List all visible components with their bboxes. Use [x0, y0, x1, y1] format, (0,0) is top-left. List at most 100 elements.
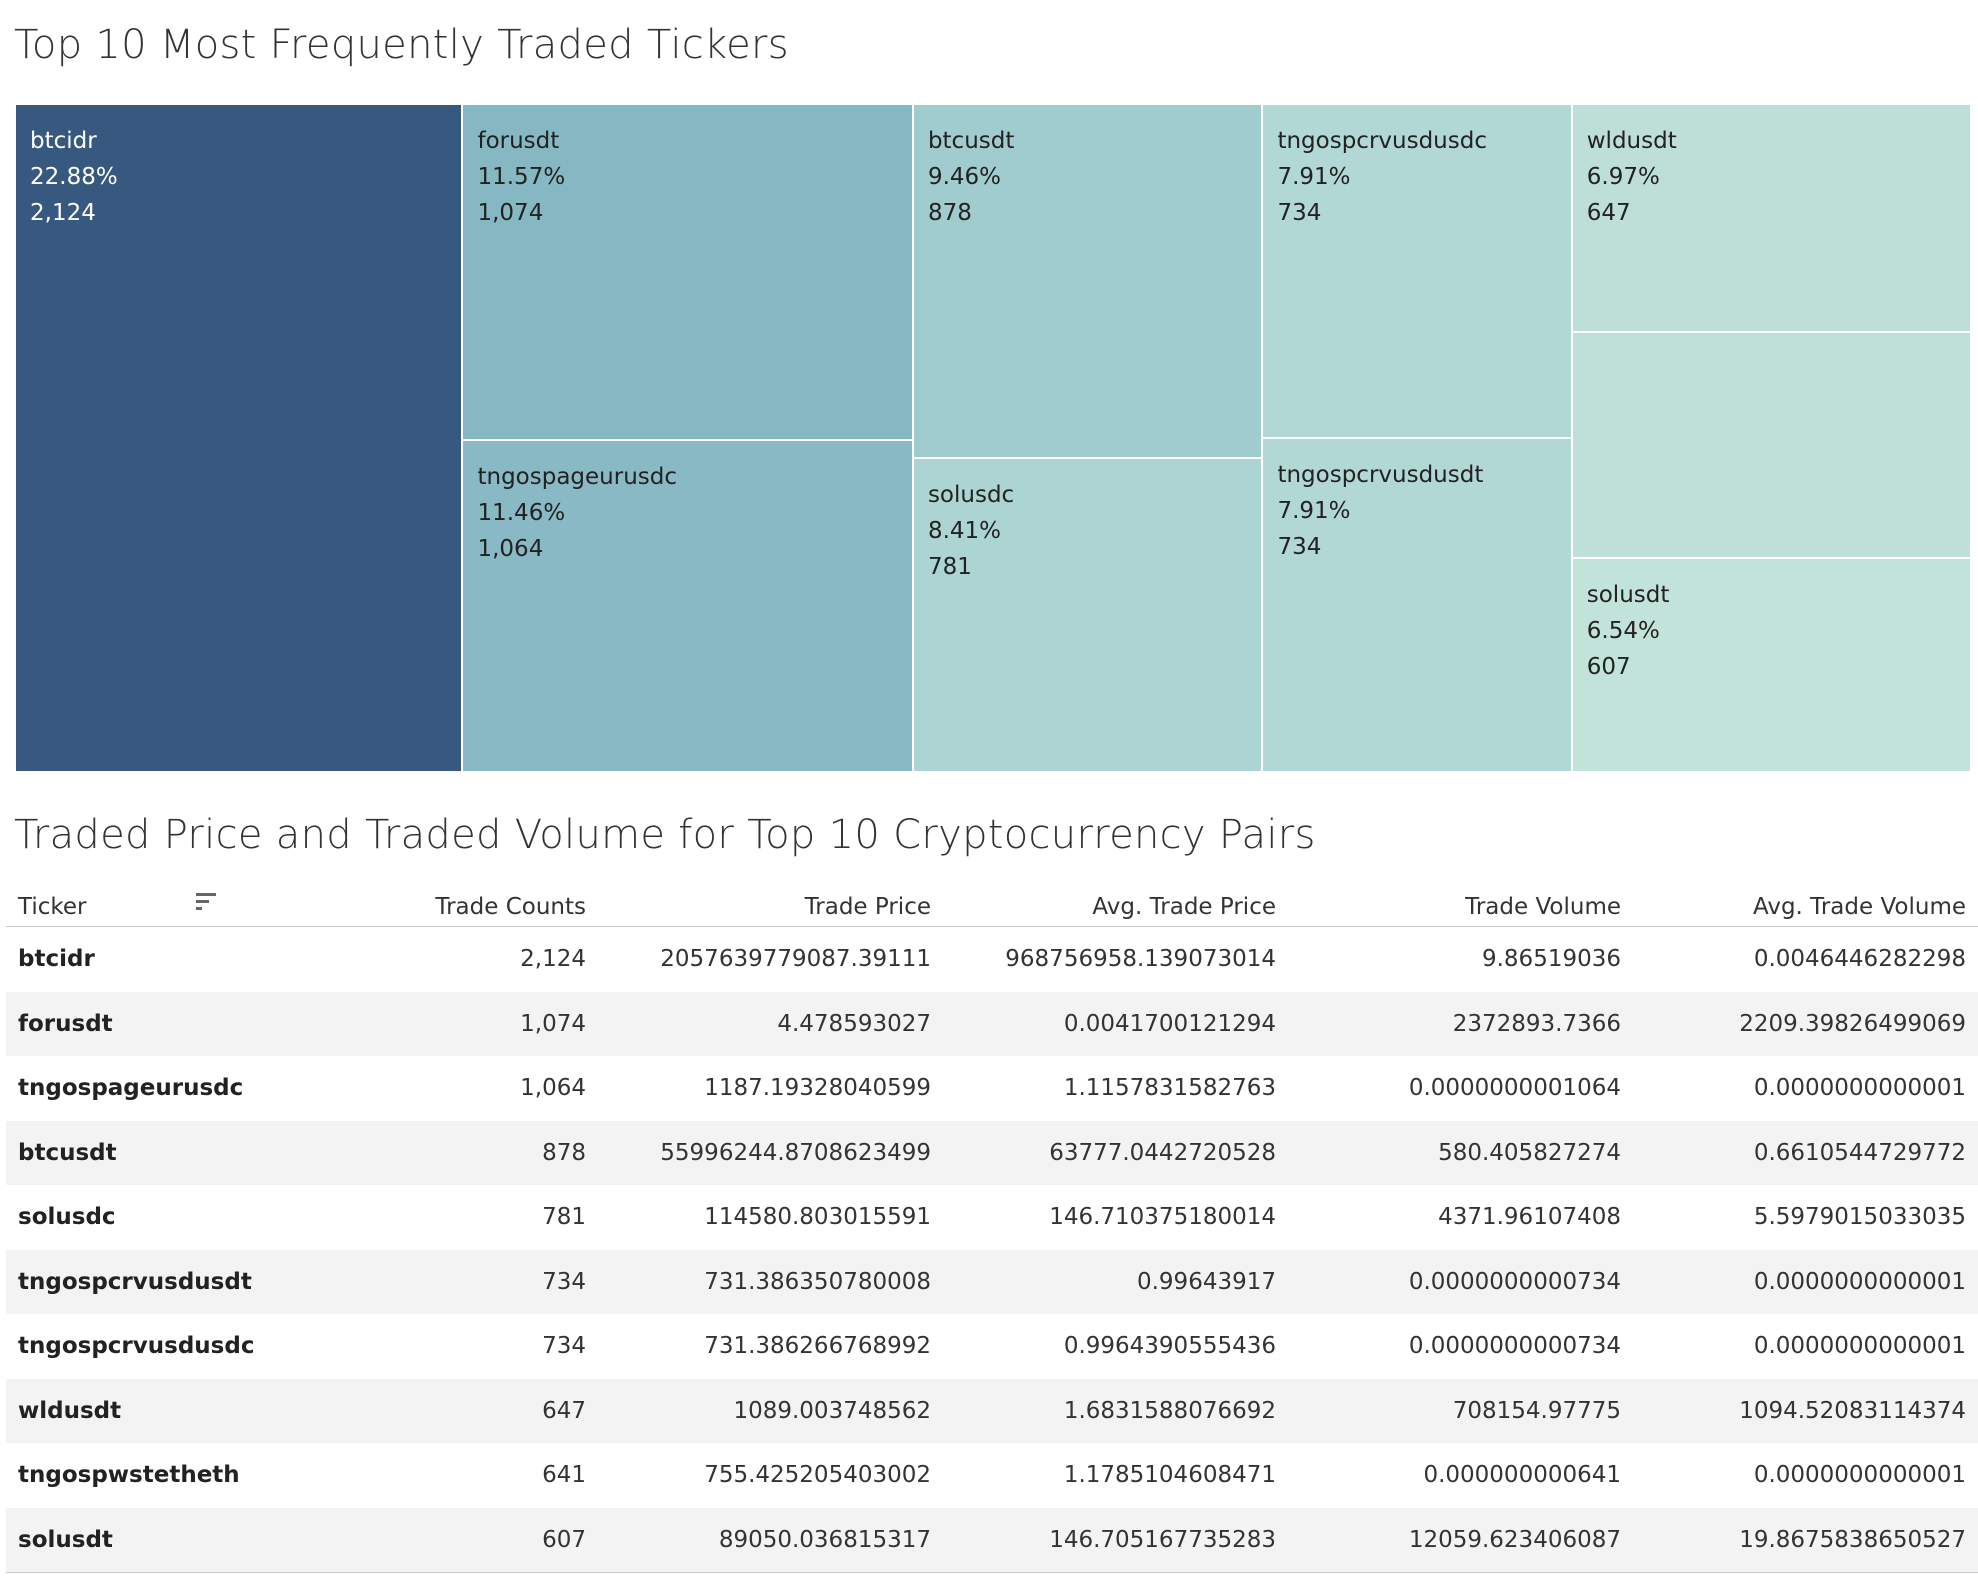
cell-trade-counts: 647: [542, 1397, 586, 1424]
cell-ticker: forusdt: [18, 1010, 113, 1037]
cell-avg-trade-price: 0.9964390555436: [1063, 1333, 1276, 1360]
table-row[interactable]: tngospcrvusdusdc 734 731.386266768992 0.996…: [6, 1314, 1978, 1379]
cell-ticker: solusdt: [18, 1526, 113, 1553]
cell-avg-trade-price: 1.1157831582763: [1063, 1075, 1276, 1102]
cell-avg-trade-volume: 0.0000000000001: [1753, 1462, 1966, 1489]
cell-avg-trade-price: 63777.0442720528: [1049, 1139, 1276, 1166]
data-table: Ticker Trade Counts Trade Price Avg. Tra…: [6, 880, 1978, 1572]
cell-avg-trade-volume: 19.8675838650527: [1739, 1526, 1966, 1553]
cell-avg-trade-volume: 1094.52083114374: [1739, 1397, 1966, 1424]
table-row[interactable]: tngospageurusdc 1,064 1187.19328040599 1.11…: [6, 1056, 1978, 1121]
table-body: btcidr 2,124 2057639779087.39111 968756958.…: [6, 927, 1978, 1572]
treemap-tile-label: btcidr 22.88% 2,124: [30, 123, 118, 231]
column-header-trade-price[interactable]: Trade Price: [805, 880, 931, 926]
treemap-title: Top 10 Most Frequently Traded Tickers: [14, 22, 789, 68]
cell-trade-volume: 0.000000000641: [1423, 1462, 1621, 1489]
cell-avg-trade-volume: 0.6610544729772: [1753, 1139, 1966, 1166]
treemap-tile-label: tngospcrvusdusdc 7.91% 734: [1277, 123, 1487, 231]
treemap-tile-percent: 6.54%: [1586, 618, 1660, 645]
treemap-tile-label: tngospcrvusdusdt 7.91% 734: [1277, 457, 1483, 565]
cell-trade-price: 731.386266768992: [704, 1333, 931, 1360]
treemap-tile-btcusdt[interactable]: btcusdt 9.46% 878: [912, 104, 1263, 458]
treemap-tile-label: wldusdt 6.97% 647: [1587, 123, 1677, 231]
cell-trade-volume: 9.86519036: [1481, 946, 1621, 973]
treemap-tile-percent: 9.46%: [927, 164, 1002, 190]
treemap-tile-solusdt[interactable]: solusdt 6.54% 607: [1571, 558, 1971, 772]
cell-ticker: btcusdt: [18, 1139, 117, 1166]
cell-trade-counts: 641: [542, 1462, 586, 1489]
treemap-tile-percent: 11.57%: [477, 164, 566, 190]
cell-trade-counts: 1,074: [520, 1010, 586, 1037]
table-bottom-divider: [6, 1572, 1978, 1573]
table-row[interactable]: wldusdt 647 1089.003748562 1.6831588076692 7…: [6, 1378, 1978, 1443]
treemap-tile-count: 734: [1277, 200, 1322, 226]
cell-avg-trade-price: 1.6831588076692: [1063, 1397, 1276, 1424]
cell-ticker: btcidr: [18, 946, 95, 973]
table-row[interactable]: solusdt 607 89050.036815317 146.70516773528…: [6, 1507, 1978, 1572]
cell-avg-trade-price: 968756958.139073014: [1005, 946, 1276, 973]
table-title: Traded Price and Traded Volume for Top 1…: [14, 812, 1316, 858]
cell-trade-price: 2057639779087.39111: [660, 946, 931, 973]
table-row[interactable]: forusdt 1,074 4.478593027 0.0041700121294 23…: [6, 991, 1978, 1056]
treemap-tile-count: 607: [1586, 654, 1631, 681]
treemap-tile-solusdc[interactable]: solusdc 8.41% 781: [912, 457, 1263, 772]
treemap-tile-percent: 7.91%: [1277, 164, 1351, 190]
column-header-ticker[interactable]: Ticker: [18, 880, 86, 926]
treemap-tile-count: 2,124: [30, 200, 96, 226]
cell-ticker: solusdc: [18, 1204, 116, 1231]
table-row[interactable]: solusdc 781 114580.803015591 146.7103751800…: [6, 1185, 1978, 1250]
treemap-tile-percent: 22.88%: [30, 164, 118, 190]
treemap-tile-percent: 7.91%: [1277, 498, 1351, 524]
cell-ticker: wldusdt: [18, 1397, 122, 1424]
column-header-avg-trade-price[interactable]: Avg. Trade Price: [1092, 880, 1276, 926]
cell-trade-volume: 0.0000000001064: [1408, 1075, 1621, 1102]
treemap-tile-btcidr[interactable]: btcidr 22.88% 2,124: [15, 104, 463, 772]
treemap-tile-tngospwstetheth[interactable]: [1571, 332, 1971, 559]
cell-trade-price: 55996244.8708623499: [660, 1139, 931, 1166]
cell-trade-price: 1187.19328040599: [704, 1075, 931, 1102]
cell-trade-volume: 4371.96107408: [1438, 1204, 1621, 1231]
table-header-row: Ticker Trade Counts Trade Price Avg. Tra…: [6, 880, 1978, 927]
column-header-avg-trade-volume[interactable]: Avg. Trade Volume: [1753, 880, 1966, 926]
cell-avg-trade-volume: 0.0000000000001: [1753, 1075, 1966, 1102]
treemap-tile-tngospcrvusdusdc[interactable]: tngospcrvusdusdc 7.91% 734: [1262, 104, 1572, 438]
treemap-tile-tngospageurusdc[interactable]: tngospageurusdc 11.46% 1,064: [462, 439, 913, 772]
cell-trade-counts: 607: [542, 1526, 586, 1553]
cell-ticker: tngospwstetheth: [18, 1462, 240, 1489]
cell-trade-price: 4.478593027: [777, 1010, 931, 1037]
sort-icon[interactable]: [194, 890, 220, 914]
cell-avg-trade-price: 146.710375180014: [1049, 1204, 1276, 1231]
table-row[interactable]: btcusdt 878 55996244.8708623499 63777.04427…: [6, 1120, 1978, 1185]
column-header-trade-counts[interactable]: Trade Counts: [435, 880, 586, 926]
cell-trade-volume: 12059.623406087: [1408, 1526, 1621, 1553]
treemap-tile-percent: 11.46%: [477, 499, 566, 526]
cell-ticker: tngospcrvusdusdt: [18, 1268, 252, 1295]
column-header-trade-volume[interactable]: Trade Volume: [1465, 880, 1621, 926]
treemap-tile-ticker: wldusdt: [1586, 128, 1677, 154]
treemap-tile-label: forusdt 11.57% 1,074: [477, 123, 565, 231]
cell-trade-counts: 734: [542, 1268, 586, 1295]
cell-avg-trade-price: 0.0041700121294: [1063, 1010, 1276, 1037]
treemap-tile-label: solusdc 8.41% 781: [928, 477, 1014, 585]
treemap-tile-forusdt[interactable]: forusdt 11.57% 1,074: [462, 104, 913, 440]
treemap-tile-wldusdt[interactable]: wldusdt 6.97% 647: [1571, 104, 1971, 333]
cell-avg-trade-price: 146.705167735283: [1049, 1526, 1276, 1553]
cell-avg-trade-volume: 0.0000000000001: [1753, 1333, 1966, 1360]
cell-trade-volume: 2372893.7366: [1452, 1010, 1621, 1037]
cell-avg-trade-price: 0.99643917: [1136, 1268, 1276, 1295]
treemap-tile-count: 781: [927, 553, 972, 580]
table-row[interactable]: tngospcrvusdusdt 734 731.386350780008 0.996…: [6, 1249, 1978, 1314]
treemap-tile-ticker: btcidr: [30, 128, 97, 154]
table-row[interactable]: tngospwstetheth 641 755.425205403002 1.1785…: [6, 1443, 1978, 1508]
cell-avg-trade-volume: 0.0046446282298: [1753, 946, 1966, 973]
cell-trade-counts: 1,064: [520, 1075, 586, 1102]
treemap-tile-label: btcusdt 9.46% 878: [928, 123, 1014, 231]
treemap-tile-count: 1,064: [477, 535, 544, 562]
table-row[interactable]: btcidr 2,124 2057639779087.39111 968756958.…: [6, 927, 1978, 992]
cell-trade-volume: 0.0000000000734: [1408, 1268, 1621, 1295]
treemap-tile-percent: 6.97%: [1586, 164, 1660, 190]
treemap-tile-count: 1,074: [477, 200, 544, 226]
treemap-tile-label: solusdt 6.54% 607: [1587, 577, 1670, 685]
treemap-tile-tngospcrvusdusdt[interactable]: tngospcrvusdusdt 7.91% 734: [1262, 438, 1572, 772]
cell-trade-price: 1089.003748562: [733, 1397, 931, 1424]
